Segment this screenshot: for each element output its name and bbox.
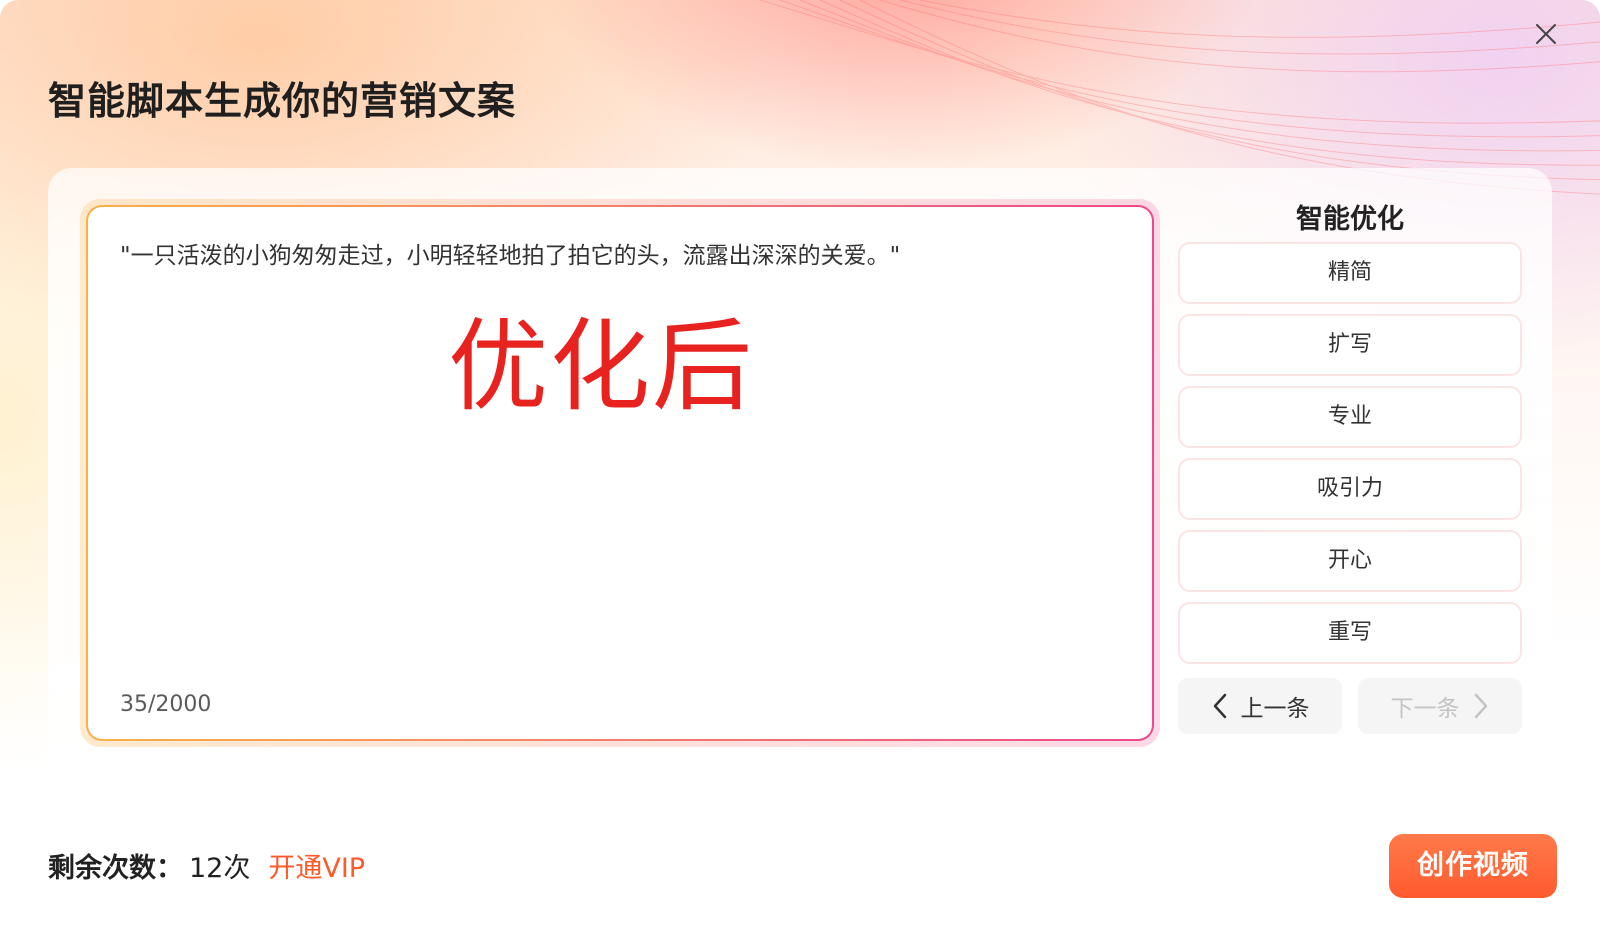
sidebar-title: 智能优化 (1296, 204, 1404, 235)
option-expand-button[interactable]: 扩写 (1178, 314, 1522, 376)
prev-result-button[interactable]: 上一条 (1178, 678, 1342, 734)
smart-optimize-panel: 智能优化 精简 扩写 专业 吸引力 开心 重写 (1178, 198, 1522, 664)
create-video-button[interactable]: 创作视频 (1389, 834, 1557, 898)
next-result-button[interactable]: 下一条 (1358, 678, 1522, 734)
quota-value: 12次 (189, 853, 251, 884)
quota-label: 剩余次数： (48, 853, 183, 884)
prev-result-label: 上一条 (1240, 696, 1310, 722)
close-button[interactable] (1530, 18, 1562, 50)
close-icon (1536, 24, 1556, 44)
char-count: 35/2000 (120, 692, 212, 717)
option-attractive-button[interactable]: 吸引力 (1178, 458, 1522, 520)
option-simplify-button[interactable]: 精简 (1178, 242, 1522, 304)
option-rewrite-button[interactable]: 重写 (1178, 602, 1522, 664)
next-result-label: 下一条 (1390, 696, 1460, 722)
chevron-left-icon (1213, 693, 1226, 719)
option-professional-button[interactable]: 专业 (1178, 386, 1522, 448)
result-navigation: 上一条 下一条 (1178, 678, 1522, 734)
editor-content[interactable]: "一只活泼的小狗匆匆走过，小明轻轻地拍了拍它的头，流露出深深的关爱。" (120, 239, 1120, 274)
quota-info: 剩余次数： 12次 开通VIP (48, 846, 365, 885)
open-vip-link[interactable]: 开通VIP (268, 846, 365, 885)
chevron-right-icon (1474, 693, 1487, 719)
script-editor[interactable]: "一只活泼的小狗匆匆走过，小明轻轻地拍了拍它的头，流露出深深的关爱。" 优化后 … (86, 205, 1154, 741)
option-happy-button[interactable]: 开心 (1178, 530, 1522, 592)
script-generator-dialog: 智能脚本生成你的营销文案 "一只活泼的小狗匆匆走过，小明轻轻地拍了拍它的头，流露… (0, 0, 1600, 936)
dialog-title: 智能脚本生成你的营销文案 (48, 79, 517, 123)
optimized-label: 优化后 (448, 308, 754, 425)
